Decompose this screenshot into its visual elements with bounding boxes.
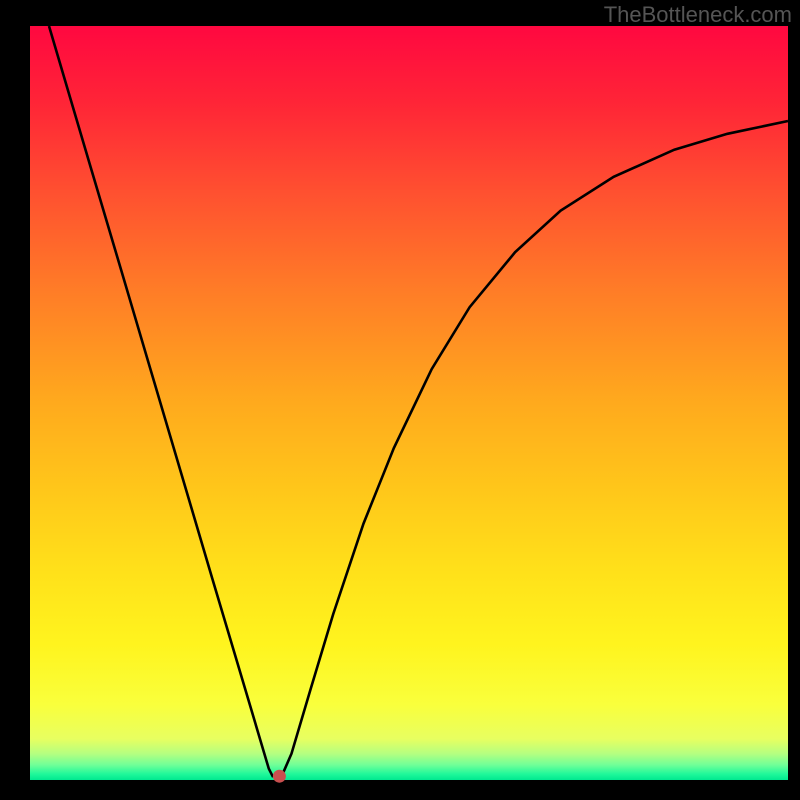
plot-background xyxy=(30,26,788,780)
bottleneck-chart xyxy=(0,0,800,800)
watermark-text: TheBottleneck.com xyxy=(604,2,792,28)
optimal-point-marker xyxy=(273,770,286,783)
chart-container: TheBottleneck.com xyxy=(0,0,800,800)
